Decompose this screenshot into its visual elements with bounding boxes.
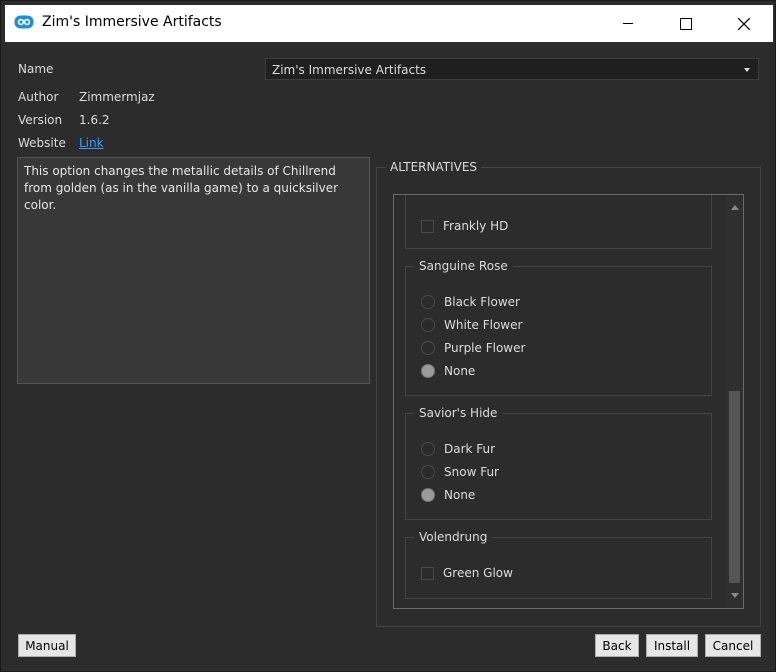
option-label: White Flower: [444, 318, 523, 332]
description-textbox[interactable]: This option changes the metallic details…: [17, 157, 370, 384]
group-saviors-hide: Savior's Hide Dark Fur Snow Fur None: [405, 406, 712, 520]
app-logo-icon: [14, 15, 34, 29]
minimize-icon: [622, 23, 633, 24]
option-label: Dark Fur: [444, 442, 496, 456]
version-value: 1.6.2: [79, 113, 110, 127]
installer-window: Zim's Immersive Artifacts Name Zim's Imm…: [0, 0, 776, 672]
manual-button[interactable]: Manual: [18, 634, 76, 657]
option-snow-fur[interactable]: Snow Fur: [421, 464, 499, 480]
option-none[interactable]: None: [421, 363, 475, 379]
group-frankly-hd: Frankly HD: [405, 195, 712, 249]
website-link[interactable]: Link: [79, 136, 104, 150]
group-volendrung: Volendrung Green Glow: [405, 530, 712, 599]
option-label: Purple Flower: [444, 341, 526, 355]
option-label: Snow Fur: [444, 465, 499, 479]
radio-button[interactable]: [421, 295, 435, 309]
radio-button-selected[interactable]: [421, 488, 435, 502]
group-title: Sanguine Rose: [414, 259, 513, 273]
vertical-scrollbar[interactable]: [726, 195, 743, 608]
install-button[interactable]: Install: [646, 634, 698, 657]
option-label: Black Flower: [444, 295, 520, 309]
alternatives-title: ALTERNATIVES: [386, 160, 482, 174]
checkbox[interactable]: [421, 219, 434, 233]
option-dark-fur[interactable]: Dark Fur: [421, 441, 495, 457]
name-dropdown[interactable]: Zim's Immersive Artifacts: [265, 58, 759, 80]
website-label: Website: [18, 136, 66, 150]
radio-button[interactable]: [421, 465, 435, 479]
chevron-down-icon: [744, 68, 750, 72]
group-sanguine-rose: Sanguine Rose Black Flower White Flower …: [405, 259, 712, 396]
option-purple-flower[interactable]: Purple Flower: [421, 340, 525, 356]
option-green-glow[interactable]: Green Glow: [421, 565, 513, 581]
radio-button[interactable]: [421, 318, 435, 332]
close-button[interactable]: [715, 5, 773, 42]
checkbox[interactable]: [421, 566, 434, 580]
option-label: Green Glow: [443, 566, 513, 580]
option-label: Frankly HD: [443, 219, 509, 233]
scrollbar-thumb[interactable]: [729, 391, 740, 583]
option-frankly-hd[interactable]: Frankly HD: [421, 218, 508, 234]
name-label: Name: [18, 62, 54, 76]
author-value: Zimmermjaz: [79, 90, 155, 104]
window-title: Zim's Immersive Artifacts: [42, 14, 222, 30]
name-dropdown-value: Zim's Immersive Artifacts: [272, 63, 427, 77]
author-label: Author: [18, 90, 59, 104]
back-button[interactable]: Back: [595, 634, 639, 657]
option-white-flower[interactable]: White Flower: [421, 317, 522, 333]
title-bar[interactable]: Zim's Immersive Artifacts: [5, 5, 773, 42]
option-label: None: [444, 488, 476, 502]
scroll-down-arrow-icon[interactable]: [731, 593, 739, 598]
option-black-flower[interactable]: Black Flower: [421, 294, 520, 310]
close-icon: [738, 17, 750, 30]
group-title: Savior's Hide: [414, 406, 503, 420]
maximize-icon: [680, 17, 692, 30]
maximize-button[interactable]: [657, 5, 715, 42]
scroll-up-arrow-icon[interactable]: [731, 205, 739, 210]
alternatives-scroll-area[interactable]: Frankly HD Sanguine Rose Black Flower Wh…: [393, 194, 744, 609]
minimize-button[interactable]: [599, 5, 657, 42]
radio-button[interactable]: [421, 442, 435, 456]
radio-button[interactable]: [421, 341, 435, 355]
radio-button-selected[interactable]: [421, 364, 435, 378]
cancel-button[interactable]: Cancel: [705, 634, 761, 657]
group-title: Volendrung: [414, 530, 493, 544]
option-none[interactable]: None: [421, 487, 475, 503]
option-label: None: [444, 364, 476, 378]
version-label: Version: [18, 113, 63, 127]
